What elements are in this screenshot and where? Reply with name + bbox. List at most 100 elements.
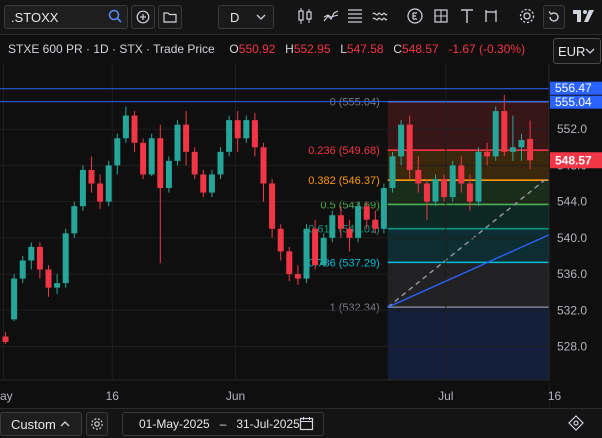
candle-body [458, 165, 465, 184]
candle-body [286, 251, 293, 275]
ohlc-legend: STXE 600 PR · 1D · STX · Trade Price O55… [8, 42, 525, 56]
level-price-tag-label: 555.04 [555, 95, 592, 109]
template-icon[interactable] [432, 7, 450, 25]
symbol-search[interactable]: .STOXX [4, 5, 128, 29]
time-axis[interactable]: ay16JunJul16Aug [0, 379, 602, 408]
text-icon[interactable] [458, 7, 476, 25]
chevron-down-icon [585, 48, 595, 54]
fib-level-label: 0.236 (549.68) [308, 145, 380, 157]
legend-change: -1.67 (-0.30%) [448, 42, 526, 56]
calendar-icon[interactable] [299, 416, 314, 431]
candle-body [174, 124, 181, 161]
price-tick-label: 536.0 [557, 267, 587, 281]
reset-button[interactable] [543, 5, 565, 29]
bar-style-icon[interactable] [296, 7, 314, 25]
replay-icon[interactable] [482, 7, 500, 25]
fib-level-label: 0.618 (541.01) [308, 224, 380, 236]
add-symbol-button[interactable] [131, 5, 155, 29]
reset-icon [548, 11, 559, 22]
candle-body [277, 228, 284, 252]
candle-body [45, 269, 52, 288]
fib-level-label: 0.382 (546.37) [308, 175, 380, 187]
legend-high-value: 552.95 [293, 42, 331, 56]
time-tick-label: Jun [226, 389, 245, 403]
candle-body [234, 120, 241, 139]
candle-body [62, 233, 69, 284]
candle-body [449, 165, 456, 198]
time-tick-label: 16 [548, 389, 562, 403]
symbol-text: .STOXX [11, 10, 59, 25]
price-axis[interactable]: 552.0548.0544.0540.0536.0532.0528.0556.4… [548, 64, 602, 408]
candle-body [71, 206, 78, 234]
currency-select[interactable]: EUR [553, 38, 601, 64]
time-tick-label: ay [0, 389, 13, 403]
fib-level-label: 0 (555.04) [330, 97, 380, 109]
candle-body [294, 274, 301, 279]
price-tick-label: 544.0 [557, 195, 587, 209]
text-tool-icon[interactable] [406, 7, 424, 25]
interval-value: D [230, 10, 240, 25]
price-axis-bg [549, 64, 602, 380]
open-layout-button[interactable] [158, 5, 182, 29]
candle-body [36, 246, 43, 270]
candle-body [226, 120, 233, 152]
range-select[interactable]: Custom [0, 412, 82, 436]
candle-body [355, 206, 362, 238]
candle-body [97, 183, 104, 202]
interval-select[interactable]: D [218, 5, 274, 29]
candle-body [518, 140, 525, 148]
candle-body [200, 174, 207, 193]
last-price-label: 548.57 [555, 154, 592, 168]
candle-body [79, 169, 86, 207]
chevron-down-icon [256, 14, 266, 20]
candle-body [337, 215, 344, 229]
date-range-text: 01-May-2025 – 31-Jul-2025 [139, 417, 300, 431]
legend-title: STXE 600 PR · 1D · STX · Trade Price [8, 42, 215, 56]
candle-body [140, 142, 147, 175]
candle-body [527, 138, 534, 161]
candle-body [2, 336, 9, 342]
candle-body [165, 160, 172, 189]
range-label: Custom [11, 417, 56, 432]
price-chart[interactable]: 0 (555.04) 0.236 (549.68) 0.382 (546.37) 0.… [0, 0, 602, 437]
settings-icon[interactable] [518, 7, 536, 25]
candle-body [509, 147, 516, 152]
candle-body [380, 188, 387, 229]
range-settings-button[interactable] [86, 412, 108, 436]
level-price-tag-label: 556.47 [555, 81, 592, 95]
bottom-toolbar: Custom 01-May-2025 – 31-Jul-2025 [0, 408, 602, 438]
candle-body [484, 151, 491, 157]
candle-body [363, 206, 370, 220]
candle-body [183, 124, 190, 152]
price-tick-label: 540.0 [557, 231, 587, 245]
candle-body [157, 138, 164, 189]
date-range-input[interactable]: 01-May-2025 – 31-Jul-2025 [122, 412, 324, 436]
candle-body [466, 183, 473, 202]
candle-body [260, 147, 267, 184]
folder-icon [163, 12, 177, 23]
candle-body [398, 124, 405, 157]
chevron-up-icon [60, 421, 70, 427]
legend-close-label: C [393, 42, 402, 56]
candle-body [303, 228, 310, 279]
search-icon[interactable] [107, 8, 123, 24]
price-tick-label: 552.0 [557, 122, 587, 136]
legend-close-value: 548.57 [401, 42, 439, 56]
candle-body [423, 183, 430, 202]
gear-icon [91, 418, 103, 430]
alert-icon[interactable] [371, 7, 389, 25]
time-tick-label: Jul [438, 389, 453, 403]
add-symbol-icon [136, 10, 150, 24]
fib-level-label: 1 (532.34) [330, 302, 380, 314]
price-tick-label: 528.0 [557, 339, 587, 353]
candle-body [122, 115, 129, 139]
compare-icon[interactable] [346, 7, 364, 25]
fib-level-label: 0.786 (537.29) [308, 257, 380, 269]
tradingview-logo[interactable] [572, 8, 596, 24]
chart-settings-icon[interactable] [568, 415, 584, 431]
indicators-icon[interactable] [322, 7, 340, 25]
candle-body [415, 169, 422, 184]
candle-body [389, 156, 396, 189]
candle-body [269, 183, 276, 229]
candle-body [208, 174, 215, 193]
